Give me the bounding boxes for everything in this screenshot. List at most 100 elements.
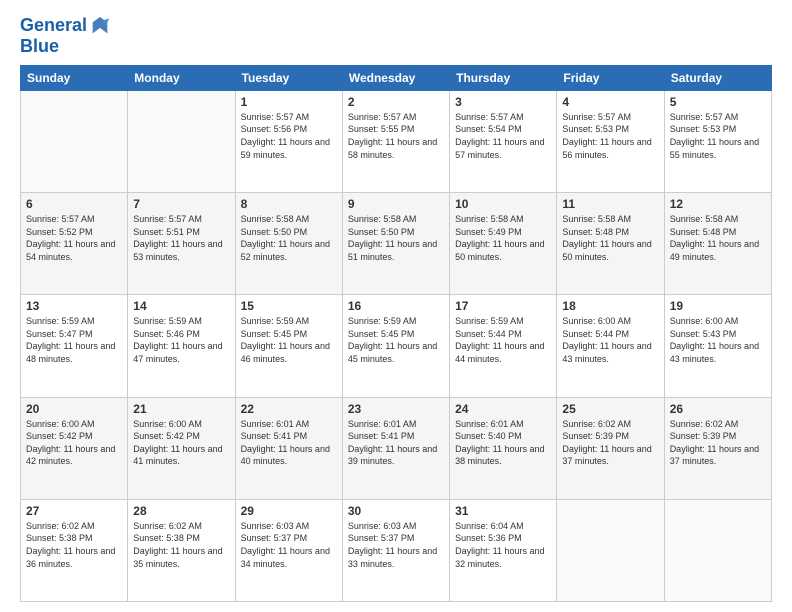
calendar-cell: 12Sunrise: 5:58 AMSunset: 5:48 PMDayligh…	[664, 193, 771, 295]
day-info: Sunrise: 5:57 AMSunset: 5:53 PMDaylight:…	[670, 111, 766, 161]
day-info: Sunrise: 5:59 AMSunset: 5:44 PMDaylight:…	[455, 315, 551, 365]
day-number: 15	[241, 299, 337, 313]
day-number: 27	[26, 504, 122, 518]
calendar-cell: 8 Sunrise: 5:58 AMSunset: 5:50 PMDaylight…	[235, 193, 342, 295]
day-info: Sunrise: 6:02 AMSunset: 5:39 PMDaylight:…	[562, 418, 658, 468]
calendar-cell: 18 Sunrise: 6:00 AMSunset: 5:44 PMDayligh…	[557, 295, 664, 397]
day-number: 16	[348, 299, 444, 313]
day-info: Sunrise: 6:03 AMSunset: 5:37 PMDaylight:…	[241, 520, 337, 570]
calendar-header-thursday: Thursday	[450, 65, 557, 90]
day-info: Sunrise: 5:58 AMSunset: 5:50 PMDaylight:…	[241, 213, 337, 263]
day-number: 20	[26, 402, 122, 416]
day-info: Sunrise: 6:03 AMSunset: 5:37 PMDaylight:…	[348, 520, 444, 570]
day-number: 25	[562, 402, 658, 416]
day-number: 29	[241, 504, 337, 518]
day-number: 26	[670, 402, 766, 416]
day-info: Sunrise: 5:58 AMSunset: 5:48 PMDaylight:…	[562, 213, 658, 263]
day-number: 17	[455, 299, 551, 313]
day-info: Sunrise: 5:57 AMSunset: 5:51 PMDaylight:…	[133, 213, 229, 263]
calendar-cell: 7 Sunrise: 5:57 AMSunset: 5:51 PMDaylight…	[128, 193, 235, 295]
calendar-cell: 9 Sunrise: 5:58 AMSunset: 5:50 PMDaylight…	[342, 193, 449, 295]
calendar-cell	[664, 499, 771, 601]
day-info: Sunrise: 5:57 AMSunset: 5:53 PMDaylight:…	[562, 111, 658, 161]
day-info: Sunrise: 5:57 AMSunset: 5:55 PMDaylight:…	[348, 111, 444, 161]
day-number: 4	[562, 95, 658, 109]
day-info: Sunrise: 5:59 AMSunset: 5:45 PMDaylight:…	[241, 315, 337, 365]
day-number: 22	[241, 402, 337, 416]
calendar-header-friday: Friday	[557, 65, 664, 90]
calendar-cell: 20 Sunrise: 6:00 AMSunset: 5:42 PMDayligh…	[21, 397, 128, 499]
day-number: 6	[26, 197, 122, 211]
day-number: 23	[348, 402, 444, 416]
calendar-cell: 21 Sunrise: 6:00 AMSunset: 5:42 PMDayligh…	[128, 397, 235, 499]
calendar-cell: 16 Sunrise: 5:59 AMSunset: 5:45 PMDayligh…	[342, 295, 449, 397]
calendar-cell: 4 Sunrise: 5:57 AMSunset: 5:53 PMDaylight…	[557, 90, 664, 192]
calendar-cell: 10 Sunrise: 5:58 AMSunset: 5:49 PMDayligh…	[450, 193, 557, 295]
calendar-header-monday: Monday	[128, 65, 235, 90]
day-number: 1	[241, 95, 337, 109]
calendar-week-row: 6 Sunrise: 5:57 AMSunset: 5:52 PMDaylight…	[21, 193, 772, 295]
logo-text: General	[20, 16, 87, 36]
calendar-cell: 30 Sunrise: 6:03 AMSunset: 5:37 PMDayligh…	[342, 499, 449, 601]
calendar-header-wednesday: Wednesday	[342, 65, 449, 90]
day-info: Sunrise: 5:59 AMSunset: 5:45 PMDaylight:…	[348, 315, 444, 365]
calendar-cell: 13 Sunrise: 5:59 AMSunset: 5:47 PMDayligh…	[21, 295, 128, 397]
day-number: 24	[455, 402, 551, 416]
calendar-week-row: 13 Sunrise: 5:59 AMSunset: 5:47 PMDayligh…	[21, 295, 772, 397]
day-info: Sunrise: 5:57 AMSunset: 5:56 PMDaylight:…	[241, 111, 337, 161]
calendar-cell	[557, 499, 664, 601]
calendar-header-row: SundayMondayTuesdayWednesdayThursdayFrid…	[21, 65, 772, 90]
day-info: Sunrise: 5:58 AMSunset: 5:50 PMDaylight:…	[348, 213, 444, 263]
calendar-cell: 5Sunrise: 5:57 AMSunset: 5:53 PMDaylight…	[664, 90, 771, 192]
calendar-table: SundayMondayTuesdayWednesdayThursdayFrid…	[20, 65, 772, 602]
day-number: 13	[26, 299, 122, 313]
calendar-header-saturday: Saturday	[664, 65, 771, 90]
calendar-cell	[21, 90, 128, 192]
logo: General Blue	[20, 15, 111, 57]
day-info: Sunrise: 6:01 AMSunset: 5:41 PMDaylight:…	[241, 418, 337, 468]
day-number: 28	[133, 504, 229, 518]
day-number: 18	[562, 299, 658, 313]
day-info: Sunrise: 6:01 AMSunset: 5:41 PMDaylight:…	[348, 418, 444, 468]
day-info: Sunrise: 6:00 AMSunset: 5:42 PMDaylight:…	[26, 418, 122, 468]
calendar-cell: 27 Sunrise: 6:02 AMSunset: 5:38 PMDayligh…	[21, 499, 128, 601]
calendar-cell: 15 Sunrise: 5:59 AMSunset: 5:45 PMDayligh…	[235, 295, 342, 397]
day-number: 11	[562, 197, 658, 211]
calendar-week-row: 20 Sunrise: 6:00 AMSunset: 5:42 PMDayligh…	[21, 397, 772, 499]
calendar-cell: 6 Sunrise: 5:57 AMSunset: 5:52 PMDaylight…	[21, 193, 128, 295]
day-number: 30	[348, 504, 444, 518]
calendar-cell: 11 Sunrise: 5:58 AMSunset: 5:48 PMDayligh…	[557, 193, 664, 295]
day-info: Sunrise: 5:59 AMSunset: 5:47 PMDaylight:…	[26, 315, 122, 365]
day-number: 10	[455, 197, 551, 211]
calendar-cell: 3Sunrise: 5:57 AMSunset: 5:54 PMDaylight…	[450, 90, 557, 192]
logo-icon	[89, 15, 111, 37]
page: General Blue SundayMondayTuesdayWednesda…	[0, 0, 792, 612]
calendar-cell: 22 Sunrise: 6:01 AMSunset: 5:41 PMDayligh…	[235, 397, 342, 499]
day-number: 21	[133, 402, 229, 416]
calendar-cell: 24Sunrise: 6:01 AMSunset: 5:40 PMDayligh…	[450, 397, 557, 499]
calendar-cell: 31Sunrise: 6:04 AMSunset: 5:36 PMDayligh…	[450, 499, 557, 601]
header: General Blue	[20, 15, 772, 57]
calendar-week-row: 1 Sunrise: 5:57 AMSunset: 5:56 PMDaylight…	[21, 90, 772, 192]
calendar-cell: 26 Sunrise: 6:02 AMSunset: 5:39 PMDayligh…	[664, 397, 771, 499]
day-number: 31	[455, 504, 551, 518]
day-info: Sunrise: 5:57 AMSunset: 5:54 PMDaylight:…	[455, 111, 551, 161]
day-info: Sunrise: 6:00 AMSunset: 5:42 PMDaylight:…	[133, 418, 229, 468]
day-info: Sunrise: 6:02 AMSunset: 5:38 PMDaylight:…	[26, 520, 122, 570]
day-info: Sunrise: 6:00 AMSunset: 5:43 PMDaylight:…	[670, 315, 766, 365]
day-info: Sunrise: 6:00 AMSunset: 5:44 PMDaylight:…	[562, 315, 658, 365]
day-info: Sunrise: 6:02 AMSunset: 5:39 PMDaylight:…	[670, 418, 766, 468]
day-number: 7	[133, 197, 229, 211]
calendar-header-sunday: Sunday	[21, 65, 128, 90]
day-number: 8	[241, 197, 337, 211]
day-info: Sunrise: 5:57 AMSunset: 5:52 PMDaylight:…	[26, 213, 122, 263]
calendar-cell: 14Sunrise: 5:59 AMSunset: 5:46 PMDayligh…	[128, 295, 235, 397]
day-info: Sunrise: 5:59 AMSunset: 5:46 PMDaylight:…	[133, 315, 229, 365]
calendar-cell: 28Sunrise: 6:02 AMSunset: 5:38 PMDayligh…	[128, 499, 235, 601]
calendar-cell: 25 Sunrise: 6:02 AMSunset: 5:39 PMDayligh…	[557, 397, 664, 499]
day-number: 19	[670, 299, 766, 313]
calendar-cell: 29 Sunrise: 6:03 AMSunset: 5:37 PMDayligh…	[235, 499, 342, 601]
day-number: 9	[348, 197, 444, 211]
day-info: Sunrise: 5:58 AMSunset: 5:49 PMDaylight:…	[455, 213, 551, 263]
day-number: 12	[670, 197, 766, 211]
